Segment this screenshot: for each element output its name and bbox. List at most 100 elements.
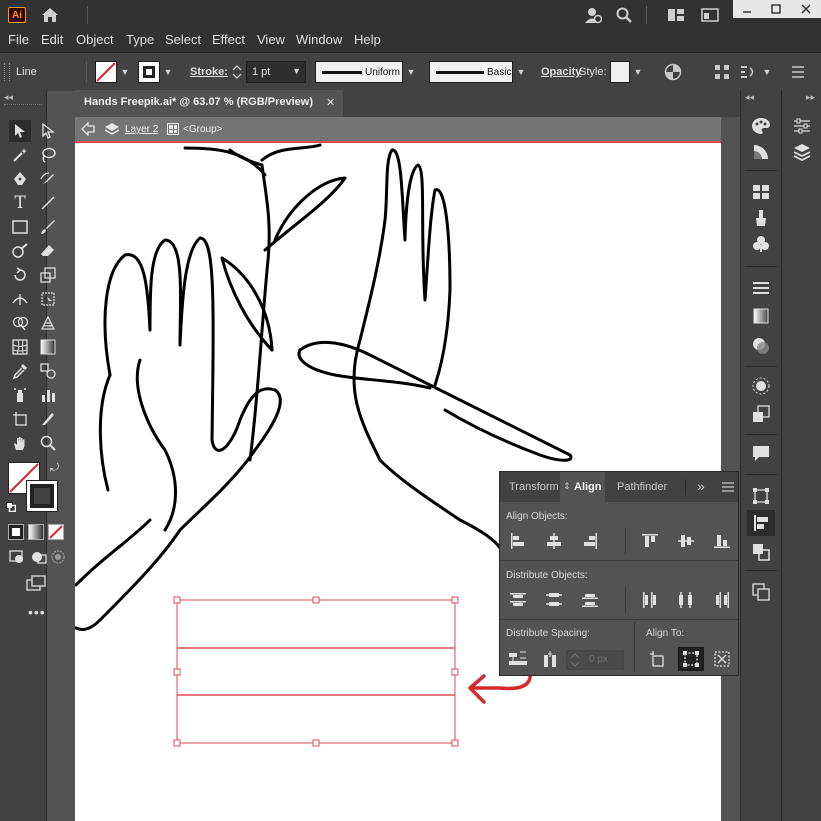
gradient-tool-icon[interactable] xyxy=(37,336,59,358)
eraser-tool-icon[interactable] xyxy=(37,240,59,262)
stroke-color-swatch[interactable] xyxy=(26,480,58,512)
vertical-align-bottom-icon[interactable] xyxy=(710,530,734,552)
width-tool-icon[interactable] xyxy=(9,288,31,310)
minimize-icon[interactable] xyxy=(733,0,761,18)
vertical-distribute-center-icon[interactable] xyxy=(542,589,566,611)
stroke-weight-dropdown-icon[interactable]: ▼ xyxy=(292,66,301,76)
tools-collapse-icon[interactable]: ◂◂ xyxy=(4,92,13,103)
transform-options-icon[interactable] xyxy=(739,64,757,80)
recolor-artwork-icon[interactable] xyxy=(664,63,682,81)
dock2-collapse-icon[interactable]: ▸▸ xyxy=(806,92,815,103)
free-transform-tool-icon[interactable] xyxy=(37,288,59,310)
stroke-weight-stepper[interactable] xyxy=(229,61,245,83)
menu-select[interactable]: Select xyxy=(165,32,201,47)
draw-inside-icon[interactable] xyxy=(47,546,69,568)
fill-swatch[interactable] xyxy=(95,61,117,83)
symbol-sprayer-tool-icon[interactable] xyxy=(9,384,31,406)
artboard-tool-icon[interactable] xyxy=(9,408,31,430)
transform-dropdown-icon[interactable]: ▼ xyxy=(760,61,774,83)
tab-transform[interactable]: Transform xyxy=(509,481,559,493)
swap-fill-stroke-icon[interactable]: ⤾ xyxy=(50,462,62,474)
variable-width-profile[interactable]: Uniform xyxy=(315,61,403,83)
color-guide-icon[interactable] xyxy=(749,140,773,164)
style-dropdown-icon[interactable]: ▼ xyxy=(631,61,645,83)
pen-tool-icon[interactable] xyxy=(9,168,31,190)
panel-expand-icon[interactable]: » xyxy=(697,478,705,494)
align-to-key-object-icon[interactable] xyxy=(710,648,734,670)
default-fill-stroke-icon[interactable] xyxy=(6,502,16,512)
transparency-panel-icon[interactable] xyxy=(749,334,773,358)
horizontal-distribute-center-icon[interactable] xyxy=(674,589,698,611)
draw-behind-icon[interactable] xyxy=(27,546,49,568)
workspace-icon[interactable] xyxy=(700,5,720,25)
opacity-label[interactable]: Opacity xyxy=(541,66,581,78)
curvature-tool-icon[interactable] xyxy=(37,168,59,190)
symbols-panel-icon[interactable] xyxy=(749,232,773,256)
horizontal-align-left-icon[interactable] xyxy=(506,530,530,552)
shaper-tool-icon[interactable] xyxy=(9,240,31,262)
fill-dropdown-icon[interactable]: ▼ xyxy=(118,61,132,83)
type-tool-icon[interactable]: T xyxy=(9,192,31,214)
column-graph-tool-icon[interactable] xyxy=(37,384,59,406)
horizontal-distribute-right-icon[interactable] xyxy=(710,589,734,611)
paintbrush-tool-icon[interactable] xyxy=(37,216,59,238)
spacing-value-field[interactable]: 0 px xyxy=(566,650,624,670)
layers-panel-icon[interactable] xyxy=(790,140,814,164)
home-icon[interactable] xyxy=(40,5,60,25)
search-icon[interactable] xyxy=(614,5,634,25)
lasso-tool-icon[interactable] xyxy=(37,144,59,166)
hand-tool-icon[interactable] xyxy=(9,432,31,454)
menu-window[interactable]: Window xyxy=(296,32,342,47)
back-arrow-icon[interactable] xyxy=(81,122,95,136)
rectangle-tool-icon[interactable] xyxy=(9,216,31,238)
document-tab[interactable]: Hands Freepik.ai* @ 63.07 % (RGB/Preview… xyxy=(75,90,343,117)
stroke-label[interactable]: Stroke: xyxy=(190,66,228,78)
menu-type[interactable]: Type xyxy=(126,32,154,47)
rotate-tool-icon[interactable] xyxy=(9,264,31,286)
vertical-align-top-icon[interactable] xyxy=(638,530,662,552)
edit-toolbar-icon[interactable]: ••• xyxy=(28,604,46,620)
share-user-icon[interactable] xyxy=(583,5,603,25)
horizontal-distribute-space-icon[interactable] xyxy=(538,648,562,670)
pathfinder-panel-icon[interactable] xyxy=(749,540,773,564)
menu-view[interactable]: View xyxy=(257,32,285,47)
control-bar-grip[interactable] xyxy=(4,63,10,81)
artboards-panel-icon[interactable] xyxy=(749,580,773,604)
arrange-documents-icon[interactable] xyxy=(666,5,686,25)
breadcrumb-group[interactable]: <Group> xyxy=(183,124,222,135)
eyedropper-tool-icon[interactable] xyxy=(9,360,31,382)
perspective-grid-tool-icon[interactable] xyxy=(37,312,59,334)
vertical-distribute-bottom-icon[interactable] xyxy=(578,589,602,611)
menu-effect[interactable]: Effect xyxy=(212,32,245,47)
close-window-icon[interactable] xyxy=(791,0,821,18)
stroke-weight-field[interactable]: 1 pt ▼ xyxy=(246,61,306,83)
scale-tool-icon[interactable] xyxy=(37,264,59,286)
none-mode-icon[interactable] xyxy=(48,524,64,540)
direct-selection-tool-icon[interactable] xyxy=(37,120,59,142)
graphic-styles-panel-icon[interactable] xyxy=(749,402,773,426)
screen-mode-icon[interactable] xyxy=(25,572,47,594)
shape-builder-tool-icon[interactable] xyxy=(9,312,31,334)
horizontal-align-right-icon[interactable] xyxy=(578,530,602,552)
align-grid-icon[interactable] xyxy=(714,64,730,80)
menu-help[interactable]: Help xyxy=(354,32,381,47)
magic-wand-tool-icon[interactable] xyxy=(9,144,31,166)
stroke-panel-icon[interactable] xyxy=(749,276,773,300)
menu-file[interactable]: File xyxy=(8,32,29,47)
align-to-artboard-icon[interactable] xyxy=(646,648,670,670)
selection-bounding-box[interactable] xyxy=(170,595,460,755)
dock-collapse-icon[interactable]: ◂◂ xyxy=(745,92,754,103)
align-to-selection-icon[interactable] xyxy=(678,647,704,671)
zoom-tool-icon[interactable] xyxy=(37,432,59,454)
brushes-panel-icon[interactable] xyxy=(749,206,773,230)
close-tab-icon[interactable]: ✕ xyxy=(326,96,335,109)
panel-menu-icon[interactable] xyxy=(722,482,734,492)
profile-dropdown-icon[interactable]: ▼ xyxy=(404,61,418,83)
vertical-distribute-space-icon[interactable] xyxy=(506,648,530,670)
color-mode-icon[interactable] xyxy=(8,524,24,540)
maximize-icon[interactable] xyxy=(762,0,790,18)
align-panel-icon[interactable] xyxy=(747,510,775,536)
appearance-panel-icon[interactable] xyxy=(749,374,773,398)
swatches-panel-icon[interactable] xyxy=(749,180,773,204)
graphic-style-swatch[interactable] xyxy=(610,61,630,83)
